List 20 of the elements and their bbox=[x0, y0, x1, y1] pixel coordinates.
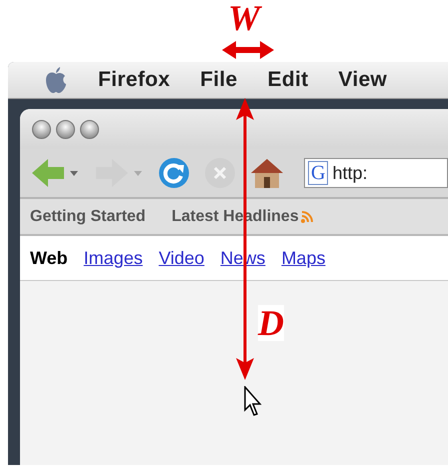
menu-item[interactable]: File bbox=[200, 68, 238, 92]
menu-item[interactable]: Edit bbox=[268, 68, 308, 92]
nav-link[interactable]: Video bbox=[158, 248, 204, 268]
window-button[interactable] bbox=[80, 120, 99, 138]
mouse-cursor-icon bbox=[244, 386, 264, 418]
distance-label: D bbox=[258, 305, 284, 341]
address-field[interactable]: G http: bbox=[304, 158, 448, 188]
window-button[interactable] bbox=[56, 120, 75, 138]
window-button[interactable] bbox=[32, 120, 51, 138]
nav-link[interactable]: Web bbox=[30, 248, 68, 268]
apple-logo-icon[interactable] bbox=[44, 66, 68, 94]
menu-item[interactable]: View bbox=[338, 68, 388, 92]
nav-link[interactable]: Maps bbox=[281, 248, 326, 268]
reload-icon[interactable] bbox=[158, 157, 190, 189]
home-icon[interactable] bbox=[250, 157, 284, 189]
width-arrow bbox=[222, 40, 274, 60]
bookmark-link[interactable]: Getting Started bbox=[30, 208, 146, 226]
nav-link[interactable]: Images bbox=[84, 248, 143, 268]
width-label: W bbox=[228, 0, 260, 36]
menu-item[interactable]: Firefox bbox=[98, 68, 170, 92]
